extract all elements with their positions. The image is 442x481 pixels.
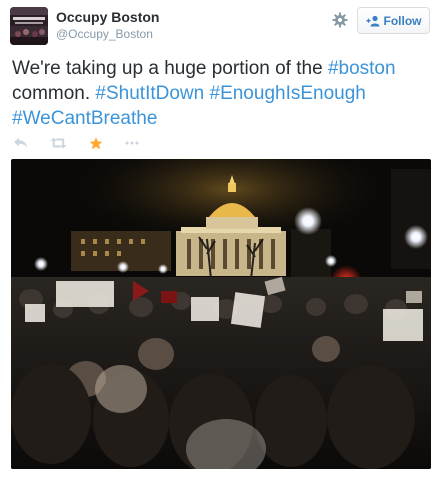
tweet-text: We're taking up a huge portion of the #b… [12,56,432,131]
reply-button[interactable] [12,134,28,152]
retweet-button[interactable] [49,134,67,152]
hashtag-link[interactable]: #WeCantBreathe [12,108,157,129]
follow-label: Follow [383,13,422,28]
hashtag-link[interactable]: #EnoughIsEnough [210,83,366,104]
favorite-icon [89,136,103,149]
tweet-text-segment: common. [12,83,96,104]
gear-icon [332,12,348,28]
settings-button[interactable] [330,10,350,30]
retweet-icon [50,137,66,149]
more-button[interactable] [124,134,140,152]
user-handle[interactable]: @Occupy_Boston [56,26,159,42]
tweet-photo[interactable] [11,159,431,469]
avatar[interactable] [10,7,48,45]
reply-icon [13,137,27,148]
tweet-actions [12,134,140,152]
follow-button[interactable]: Follow [357,7,430,34]
hashtag-link[interactable]: #boston [328,58,396,79]
more-icon [125,141,139,145]
hashtag-link[interactable]: #ShutItDown [95,83,204,104]
display-name[interactable]: Occupy Boston [56,9,159,26]
tweet-card: Occupy Boston @Occupy_Boston Follow We'r… [0,0,442,481]
protest-photo-image [11,159,431,469]
tweet-text-segment: We're taking up a huge portion of the [12,58,328,79]
favorite-button[interactable] [88,134,104,152]
add-user-icon [366,15,379,26]
avatar-image [10,7,48,45]
user-name-block[interactable]: Occupy Boston @Occupy_Boston [56,9,159,42]
